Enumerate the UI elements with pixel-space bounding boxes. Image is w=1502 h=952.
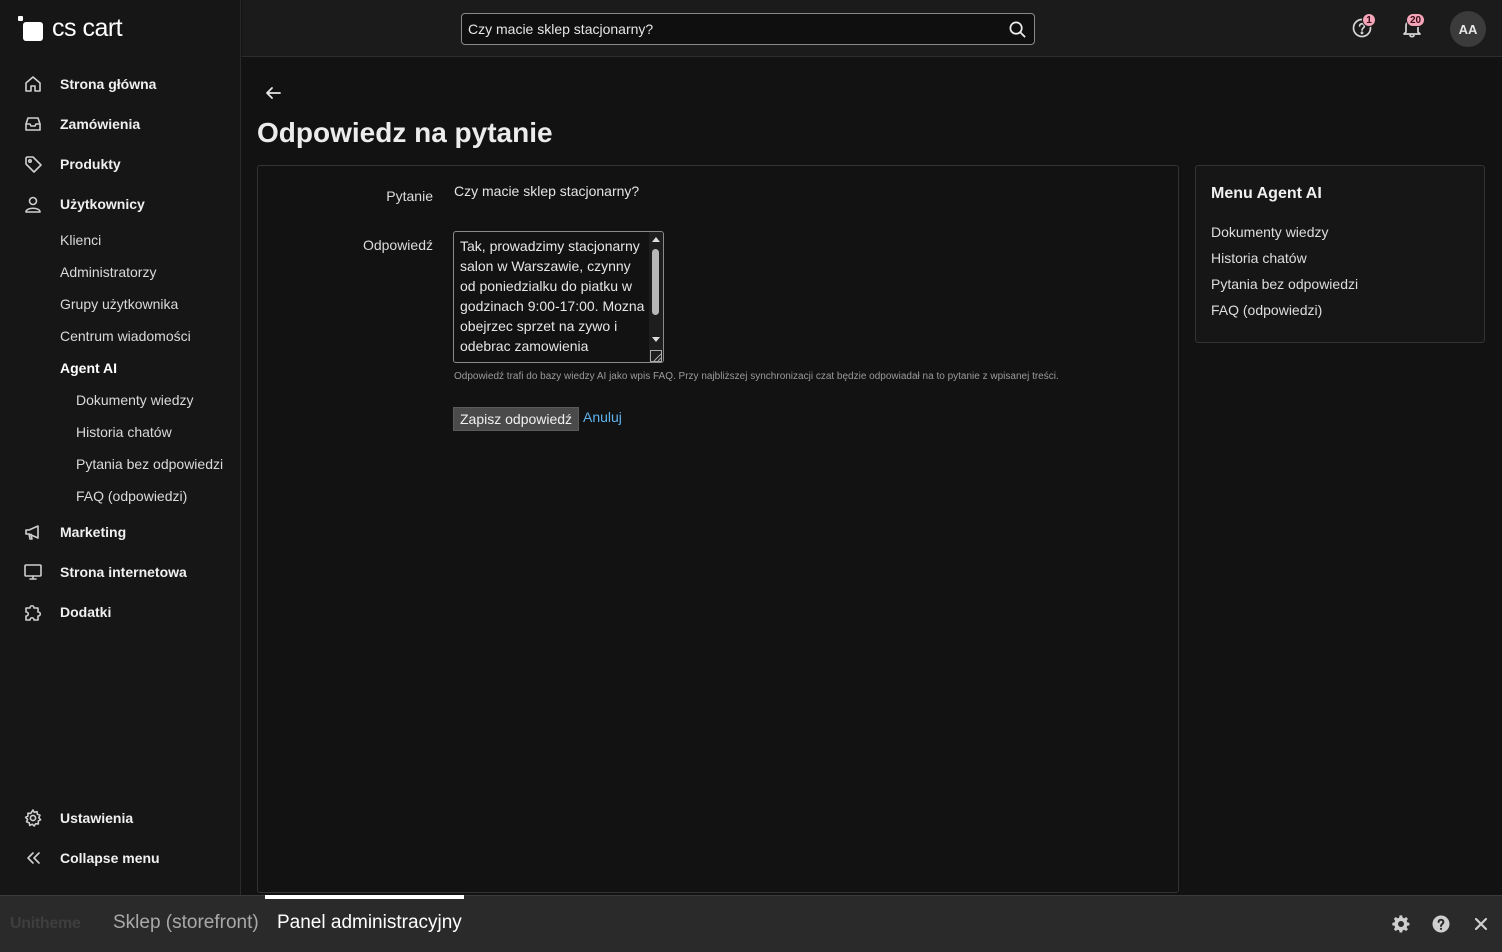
bottom-bar: Unitheme Sklep (storefront) Panel admini… — [0, 895, 1502, 952]
sidebar-item-label: Zamówienia — [60, 116, 141, 132]
answer-label: Odpowiedź — [362, 237, 433, 253]
sidebar-subitem-message-center[interactable]: Centrum wiadomości — [0, 320, 240, 352]
answer-form-panel: Pytanie Czy macie sklep stacjonarny? Odp… — [257, 165, 1179, 893]
sidebar-item-marketing[interactable]: Marketing — [0, 512, 240, 552]
sidebar-item-users[interactable]: Użytkownicy — [0, 184, 240, 224]
sidebar-subitem-chat-history[interactable]: Historia chatów — [0, 416, 240, 448]
tab-admin-panel[interactable]: Panel administracyjny — [265, 895, 464, 952]
sidebar-item-label: Marketing — [60, 524, 127, 540]
sidebar-subitem-unanswered-questions[interactable]: Pytania bez odpowiedzi — [0, 448, 240, 480]
back-button[interactable] — [264, 84, 282, 102]
tab-admin-label: Panel administracyjny — [277, 912, 462, 933]
user-icon — [23, 194, 43, 214]
sidebar-item-products[interactable]: Produkty — [0, 144, 240, 184]
cart-logo-icon — [18, 15, 44, 42]
bell-icon — [1401, 19, 1423, 42]
scroll-down-arrow-icon[interactable] — [652, 337, 660, 342]
cancel-link[interactable]: Anuluj — [583, 409, 622, 425]
side-link-faq[interactable]: FAQ (odpowiedzi) — [1211, 300, 1358, 326]
sidebar-item-website[interactable]: Strona internetowa — [0, 552, 240, 592]
logo-text: cs cart — [52, 14, 123, 42]
sidebar-subitem-user-groups[interactable]: Grupy użytkownika — [0, 288, 240, 320]
answer-textarea[interactable]: Tak, prowadzimy stacjonarny salon w Wars… — [454, 232, 650, 362]
sidebar-subitem-agent-ai[interactable]: Agent AI — [0, 352, 240, 384]
collapse-menu-button[interactable]: Collapse menu — [0, 838, 240, 878]
gear-icon — [23, 808, 43, 828]
cs-cart-logo[interactable]: cs cart — [18, 14, 123, 43]
top-header: 1 20 AA — [242, 0, 1502, 57]
sidebar-item-label: Użytkownicy — [60, 196, 145, 212]
answer-textarea-wrapper: Tak, prowadzimy stacjonarny salon w Wars… — [453, 231, 664, 363]
arrow-left-icon — [264, 87, 282, 106]
avatar[interactable]: AA — [1450, 11, 1486, 47]
sidebar-subitem-administrators[interactable]: Administratorzy — [0, 256, 240, 288]
sidebar: cs cart Strona główna Zamówienia Produkt… — [0, 0, 241, 895]
tab-storefront[interactable]: Sklep (storefront) — [113, 912, 259, 934]
unitheme-logo: Unitheme — [10, 915, 81, 933]
sidebar-subitem-knowledge-docs[interactable]: Dokumenty wiedzy — [0, 384, 240, 416]
agent-ai-menu-title: Menu Agent AI — [1211, 185, 1322, 202]
sidebar-item-label: Dodatki — [60, 604, 112, 620]
gear-icon[interactable] — [1391, 914, 1411, 934]
active-tab-indicator — [265, 895, 464, 899]
sidebar-item-label: Strona internetowa — [60, 564, 187, 580]
tag-icon — [23, 154, 43, 174]
help-badge: 1 — [1362, 13, 1376, 27]
sidebar-item-label: Produkty — [60, 156, 121, 172]
notifications-badge: 20 — [1406, 13, 1426, 27]
home-icon — [23, 74, 43, 94]
side-link-chat-history[interactable]: Historia chatów — [1211, 248, 1358, 274]
page-title: Odpowiedz na pytanie — [257, 117, 553, 148]
sidebar-item-addons[interactable]: Dodatki — [0, 592, 240, 632]
search-input[interactable] — [462, 21, 1000, 37]
side-link-knowledge-docs[interactable]: Dokumenty wiedzy — [1211, 222, 1358, 248]
scroll-thumb[interactable] — [652, 249, 659, 315]
sidebar-nav: Strona główna Zamówienia Produkty Użytko… — [0, 64, 240, 632]
sidebar-item-settings[interactable]: Ustawienia — [0, 798, 240, 838]
inbox-icon — [23, 114, 43, 134]
textarea-scrollbar[interactable] — [649, 232, 663, 362]
search-icon[interactable] — [1000, 14, 1034, 44]
sidebar-item-label: Strona główna — [60, 76, 157, 92]
puzzle-icon — [23, 602, 43, 622]
sidebar-item-label: Ustawienia — [60, 810, 134, 826]
unitheme-logo-b: theme — [34, 915, 81, 932]
notifications-button[interactable]: 20 — [1401, 13, 1426, 42]
sidebar-bottom: Ustawienia Collapse menu — [0, 798, 240, 878]
sidebar-item-home[interactable]: Strona główna — [0, 64, 240, 104]
question-label: Pytanie — [386, 188, 433, 204]
help-tour-button[interactable]: 1 — [1351, 13, 1376, 40]
double-chevron-left-icon — [23, 848, 43, 868]
scroll-up-arrow-icon[interactable] — [652, 237, 660, 242]
unitheme-logo-a: Uni — [10, 915, 35, 932]
close-icon[interactable] — [1471, 914, 1491, 934]
sidebar-item-label: Collapse menu — [60, 850, 160, 866]
question-text: Czy macie sklep stacjonarny? — [454, 183, 640, 199]
monitor-icon — [23, 562, 43, 582]
sidebar-subitem-customers[interactable]: Klienci — [0, 224, 240, 256]
answer-hint-text: Odpowiedź trafi do bazy wiedzy AI jako w… — [454, 371, 1059, 382]
help-icon[interactable] — [1431, 914, 1451, 934]
sidebar-subitem-faq[interactable]: FAQ (odpowiedzi) — [0, 480, 240, 512]
save-answer-button[interactable]: Zapisz odpowiedź — [453, 407, 580, 431]
search-bar — [461, 13, 1035, 45]
sidebar-item-orders[interactable]: Zamówienia — [0, 104, 240, 144]
agent-ai-menu-links: Dokumenty wiedzy Historia chatów Pytania… — [1211, 222, 1358, 326]
side-link-unanswered-questions[interactable]: Pytania bez odpowiedzi — [1211, 274, 1358, 300]
agent-ai-menu-panel: Menu Agent AI Dokumenty wiedzy Historia … — [1195, 165, 1485, 343]
resize-grip-icon[interactable] — [650, 349, 662, 362]
megaphone-icon — [23, 522, 43, 542]
